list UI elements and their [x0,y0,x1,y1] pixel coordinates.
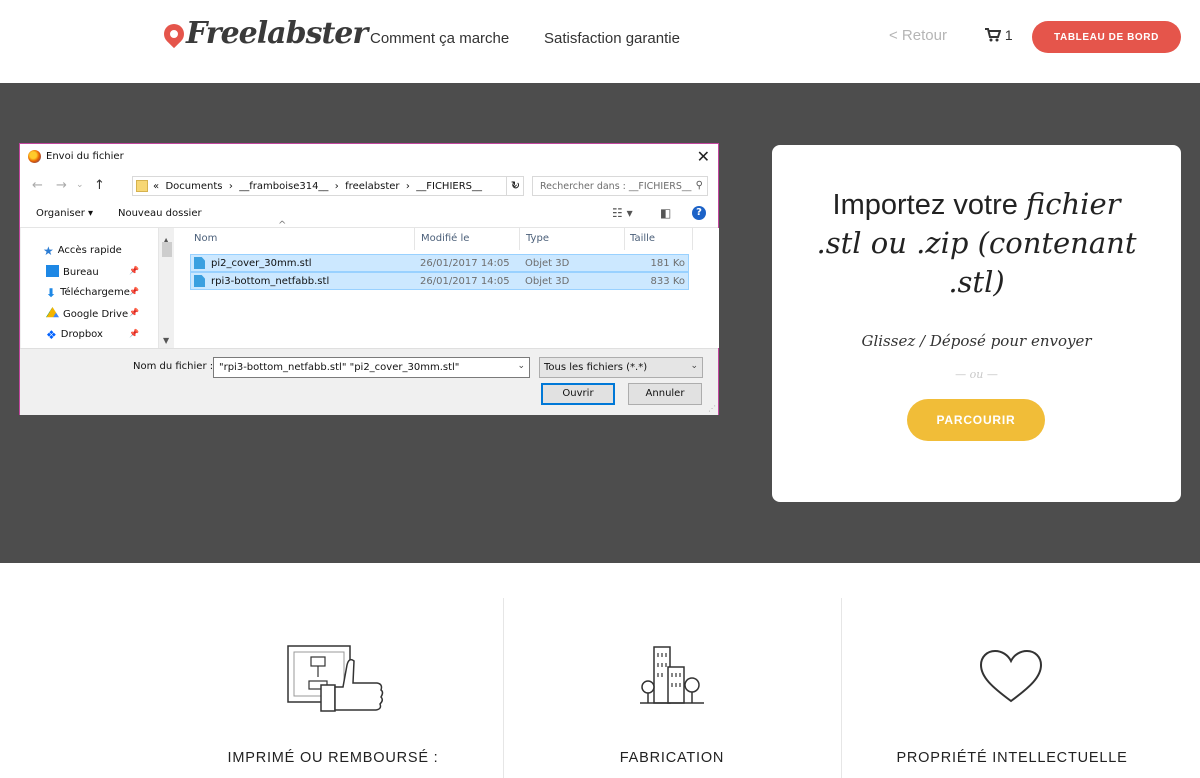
feature-title-intellectual-property: PROPRIÉTÉ INTELLECTUELLE [896,750,1128,766]
file-modified: 26/01/2017 14:05 [420,258,510,269]
nav-satisfaction[interactable]: Satisfaction garantie [544,30,680,47]
search-input[interactable]: Rechercher dans : __FICHIERS__ ⚲ [532,176,708,196]
feature-title-fabrication: FABRICATION [619,750,725,766]
resize-grip-icon[interactable]: ⋰ [708,404,716,413]
history-dropdown-icon[interactable]: ⌄ [76,180,84,190]
column-header-size[interactable]: Taille [630,233,655,244]
cart-icon [985,28,1002,42]
preview-pane-icon[interactable]: ◧ [660,206,671,220]
sort-caret-icon: ^ [278,220,287,231]
drop-zone-text: Glissez / Déposé pour envoyer [861,332,1092,350]
scroll-thumb[interactable] [162,242,172,257]
or-separator: — ou — [955,368,998,381]
organize-button[interactable]: Organiser ▾ [36,208,93,219]
file-type-select[interactable]: Tous les fichiers (*.*) ⌄ [539,357,703,378]
browse-button[interactable]: PARCOURIR [907,399,1045,441]
3d-object-file-icon [194,275,205,287]
sidebar-item-quick-access[interactable]: ★ Accès rapide [43,244,122,258]
sidebar-item-desktop[interactable]: Bureau [46,265,99,278]
upload-title: Importez votre fichier .stl ou .zip (con… [816,187,1137,299]
column-header-name[interactable]: Nom [194,233,217,244]
back-arrow-icon[interactable]: ← [32,178,43,193]
firefox-icon [28,150,41,163]
cart-count: 1 [1004,27,1013,43]
new-folder-button[interactable]: Nouveau dossier [118,208,202,219]
navigation-pane: ★ Accès rapide Bureau 📌 ⬇ Téléchargeme 📌 G… [21,228,158,348]
open-button[interactable]: Ouvrir [541,383,615,405]
file-size: 833 Ko [650,276,685,287]
file-name: rpi3-bottom_netfabb.stl [211,276,330,287]
breadcrumb-documents[interactable]: Documents [165,181,222,192]
view-options-icon[interactable]: ☷ ▾ [612,206,633,220]
breadcrumb-framboise[interactable]: __framboise314__ [239,181,328,192]
cart-button[interactable]: 1 [985,27,1013,43]
city-buildings-icon [640,646,704,704]
map-pin-icon [159,19,189,49]
navigation-scrollbar[interactable]: ▲ ▼ [158,228,174,348]
file-name: pi2_cover_30mm.stl [211,258,312,269]
star-icon: ★ [43,244,54,258]
cancel-button[interactable]: Annuler [628,383,702,405]
site-header: Freelabster Comment ça marche Satisfacti… [0,0,1200,83]
file-type: Objet 3D [525,276,570,287]
file-size: 181 Ko [650,258,685,269]
upload-card: Importez votre fichier .stl ou .zip (con… [772,145,1181,502]
column-header-type[interactable]: Type [526,233,549,244]
desktop-icon [46,265,59,277]
site-logo[interactable]: Freelabster [159,16,368,51]
pin-icon: 📌 [129,287,139,296]
sidebar-item-dropbox[interactable]: ❖ Dropbox [46,328,103,342]
breadcrumb-freelabster[interactable]: freelabster [345,181,399,192]
dialog-footer: Nom du fichier : "rpi3-bottom_netfabb.st… [20,348,718,415]
dialog-title: Envoi du fichier [46,151,124,162]
column-header-modified[interactable]: Modifié le [421,233,469,244]
pin-icon: 📌 [129,329,139,338]
nav-how-it-works[interactable]: Comment ça marche [370,30,509,47]
back-link[interactable]: < Retour [889,27,947,44]
address-row: ← → ⌄ ↑ « Documents › __framboise314__ ›… [20,170,718,200]
dropbox-icon: ❖ [46,328,57,342]
forward-arrow-icon[interactable]: → [56,178,67,193]
printer-thumbs-up-icon [287,645,384,712]
file-row[interactable]: rpi3-bottom_netfabb.stl 26/01/2017 14:05… [190,272,689,290]
chevron-down-icon[interactable]: ⌄ [517,361,525,371]
close-icon[interactable]: ✕ [697,147,710,166]
search-icon: ⚲ [695,180,703,191]
file-list: ^ Nom Modifié le Type Taille pi2_cover_3… [174,220,719,348]
google-drive-icon [46,307,59,318]
filename-input[interactable]: "rpi3-bottom_netfabb.stl" "pi2_cover_30m… [213,357,530,378]
3d-object-file-icon [194,257,205,269]
breadcrumb: « Documents › __framboise314__ › freelab… [153,181,483,192]
sidebar-item-downloads[interactable]: ⬇ Téléchargeme [46,286,130,300]
folder-icon [136,180,148,192]
scroll-down-icon[interactable]: ▼ [163,336,169,345]
features-section: IMPRIMÉ OU REMBOURSÉ : FABRICATION PROPR… [0,563,1200,778]
address-bar[interactable]: « Documents › __framboise314__ › freelab… [132,176,524,196]
file-row[interactable]: pi2_cover_30mm.stl 26/01/2017 14:05 Obje… [190,254,689,272]
file-type: Objet 3D [525,258,570,269]
pin-icon: 📌 [129,308,139,317]
dialog-titlebar: Envoi du fichier ✕ [20,144,718,170]
feature-title-printed-or-refunded: IMPRIMÉ OU REMBOURSÉ : [227,750,439,766]
refresh-icon[interactable]: ↻ [506,176,524,196]
filename-label: Nom du fichier : [133,361,214,372]
chevron-down-icon: ⌄ [690,361,698,371]
file-upload-dialog: Envoi du fichier ✕ ← → ⌄ ↑ « Documents ›… [19,143,719,415]
sidebar-item-google-drive[interactable]: Google Drive [46,307,128,320]
heart-icon [979,649,1043,703]
pin-icon: 📌 [129,266,139,275]
breadcrumb-fichiers[interactable]: __FICHIERS__ [416,181,482,192]
help-icon[interactable]: ? [692,206,706,220]
file-modified: 26/01/2017 14:05 [420,276,510,287]
dashboard-button[interactable]: TABLEAU DE BORD [1032,21,1181,53]
download-icon: ⬇ [46,286,57,300]
dialog-toolbar: Organiser ▾ Nouveau dossier ☷ ▾ ◧ ? [20,200,718,228]
up-arrow-icon[interactable]: ↑ [94,178,105,193]
